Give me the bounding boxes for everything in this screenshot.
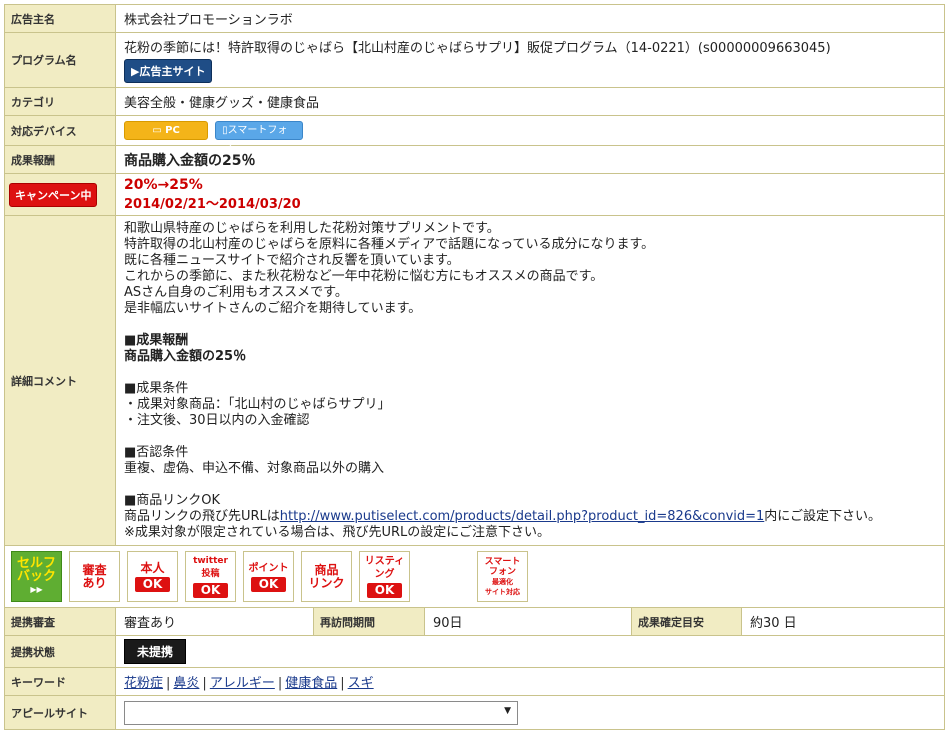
arrow-icon: ▶▶: [30, 585, 43, 594]
comment-line: 和歌山県特産のじゃばらを利用した花粉対策サプリメントです。: [124, 220, 500, 236]
review-label: 提携審査: [4, 607, 116, 636]
revisit-value: 90日: [424, 607, 632, 636]
campaign-cell: キャンペーン中: [4, 173, 116, 216]
keyword-link[interactable]: 鼻炎: [173, 676, 199, 691]
point-ok-badge: ポイント OK: [243, 551, 294, 602]
review-badge: 審査 あり: [69, 551, 120, 602]
not-affiliated-button[interactable]: 未提携: [124, 639, 187, 664]
campaign-detail: 20%→25% 2014/02/21〜2014/03/20: [115, 173, 945, 216]
devices-label: 対応デバイス: [4, 115, 116, 146]
advertiser-site-button[interactable]: ▶広告主サイト: [124, 59, 213, 83]
keyword-link[interactable]: 健康食品: [285, 676, 337, 691]
comment-line: 是非幅広いサイトさんのご紹介を期待しています。: [124, 300, 422, 316]
condition-line: ・成果対象商品：「北山村のじゃばらサプリ」: [124, 396, 391, 412]
program-cell: 花粉の季節には！特許取得のじゃばら【北山村産のじゃばらサプリ】販促プログラム（1…: [115, 32, 945, 88]
reward-value: 商品購入金額の25％: [115, 145, 945, 174]
program-name: 花粉の季節には！特許取得のじゃばら【北山村産のじゃばらサプリ】販促プログラム（1…: [124, 41, 831, 56]
comment-line: これからの季節に、また秋花粉など一年中花粉に悩む方にもオススメの商品です。: [124, 268, 604, 284]
smartphone-optimized-badge: スマート フォン 最適化 サイト対応: [477, 551, 528, 602]
product-link-url[interactable]: http://www.putiselect.com/products/detai…: [280, 509, 765, 524]
revisit-label: 再訪問期間: [313, 607, 425, 636]
listing-ok-badge: リスティ ング OK: [359, 551, 410, 602]
person-ok-badge: 本人 OK: [127, 551, 178, 602]
keyword-link[interactable]: アレルギー: [210, 676, 275, 691]
self-back-badge: セルフ バック ▶▶: [11, 551, 62, 602]
comment-line: 特許取得の北山村産のじゃばらを原料に各種メディアで話題になっている成分になります…: [124, 236, 655, 252]
dropdown-arrow-icon: ▼: [504, 705, 511, 716]
appeal-site-label: アピールサイト: [4, 695, 116, 730]
keywords-cell: 花粉症 | 鼻炎 | アレルギー | 健康食品 | スギ: [115, 667, 945, 696]
program-label: プログラム名: [4, 32, 116, 88]
category-label: カテゴリ: [4, 87, 116, 116]
reject-line: 重複、虚偽、申込不備、対象商品以外の購入: [124, 460, 385, 476]
condition-heading: ■成果条件: [124, 380, 189, 396]
link-note: ※成果対象が限定されている場合は、飛び先URLの設定にご注意下さい。: [124, 524, 551, 540]
badge-row: セルフ バック ▶▶ 審査 あり 本人 OK twitter 投稿 OK ポイント OK 商品…: [4, 545, 945, 608]
link-heading: ■商品リンクOK: [124, 492, 221, 508]
status-cell: 未提携: [115, 635, 945, 668]
comment-line: ASさん自身のご利用もオススメです。: [124, 284, 348, 300]
appeal-site-select[interactable]: ▼: [124, 700, 518, 725]
keyword-link[interactable]: 花粉症: [124, 676, 163, 691]
advertiser-label: 広告主名: [4, 4, 116, 33]
link-line: 商品リンクの飛び先URLはhttp://www.putiselect.com/p…: [124, 508, 882, 524]
comment-label: 詳細コメント: [4, 215, 116, 546]
review-value: 審査あり: [115, 607, 314, 636]
monitor-icon: ▭: [152, 125, 166, 136]
reward-label: 成果報酬: [4, 145, 116, 174]
devices-cell: ▭ PC ▯スマートフォン: [115, 115, 945, 153]
status-label: 提携状態: [4, 635, 116, 668]
comment-line: 既に各種ニュースサイトで紹介され反響を頂いています。: [124, 252, 460, 268]
advertiser-name: 株式会社プロモーションラボ: [115, 4, 945, 33]
reward-heading: ■成果報酬: [124, 332, 189, 348]
keyword-link[interactable]: スギ: [348, 676, 374, 691]
product-link-badge: 商品 リンク: [301, 551, 352, 602]
keywords-label: キーワード: [4, 667, 116, 696]
pc-device-badge: ▭ PC: [124, 121, 208, 140]
confirm-label: 成果確定目安: [631, 607, 742, 636]
campaign-period: 2014/02/21〜2014/03/20: [124, 197, 301, 212]
program-detail-table: 広告主名 株式会社プロモーションラボ プログラム名 花粉の季節には！特許取得のじ…: [4, 4, 945, 730]
condition-line: ・注文後、30日以内の入金確認: [124, 412, 310, 428]
reward-detail: 商品購入金額の25％: [124, 348, 247, 364]
confirm-value: 約30 日: [741, 607, 945, 636]
reject-heading: ■否認条件: [124, 444, 189, 460]
comment-body: 和歌山県特産のじゃばらを利用した花粉対策サプリメントです。 特許取得の北山村産の…: [115, 215, 945, 546]
campaign-badge: キャンペーン中: [9, 182, 98, 207]
appeal-site-cell: ▼: [115, 695, 945, 730]
category-value: 美容全般・健康グッズ・健康食品: [115, 87, 945, 116]
twitter-ok-badge: twitter 投稿 OK: [185, 551, 236, 602]
campaign-rate: 20%→25%: [124, 177, 203, 193]
smartphone-device-badge: ▯スマートフォン: [215, 121, 304, 153]
